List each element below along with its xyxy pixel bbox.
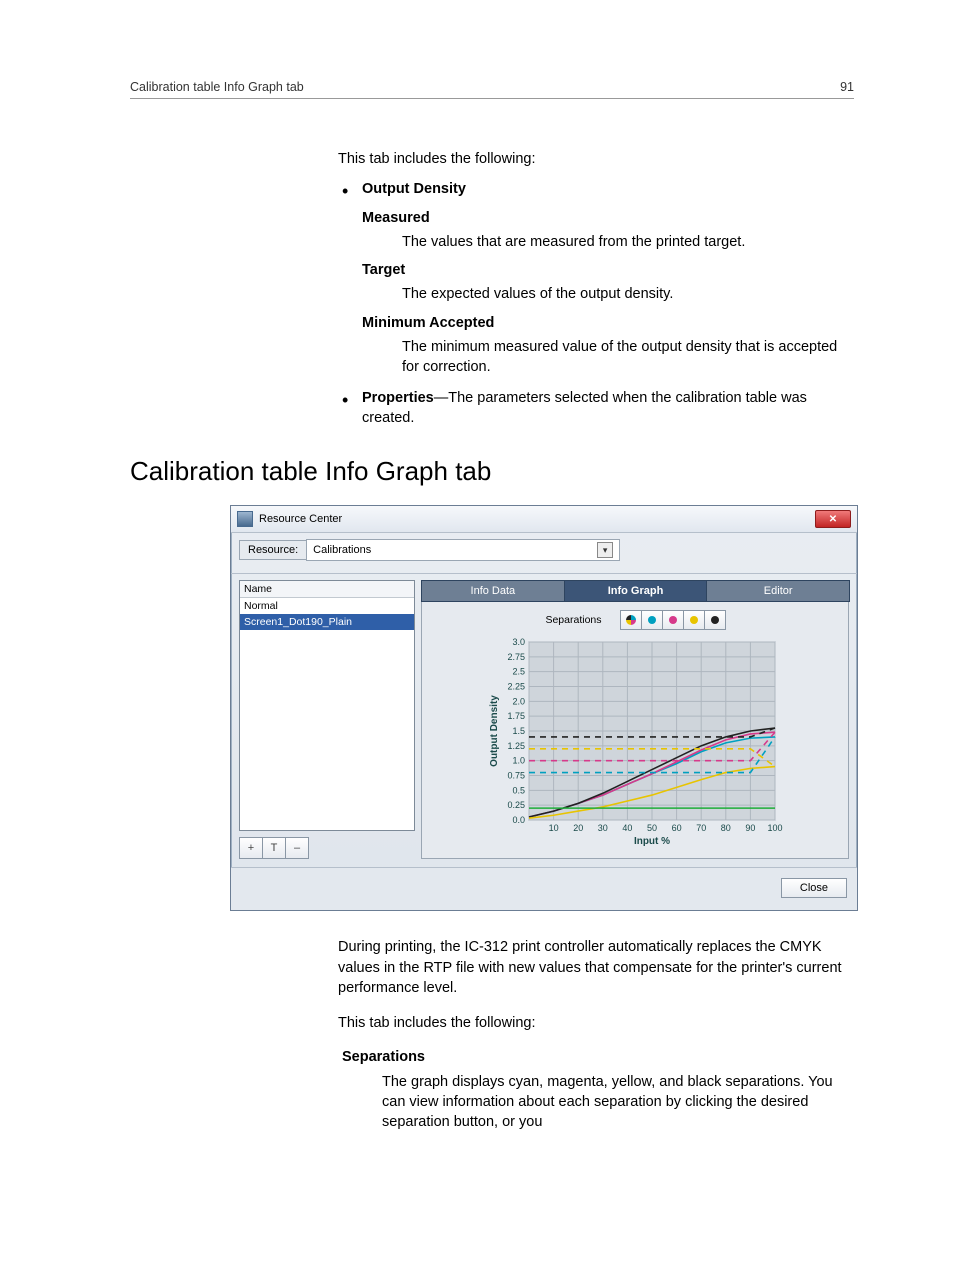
header-left: Calibration table Info Graph tab (130, 80, 304, 94)
svg-text:0.25: 0.25 (507, 800, 525, 810)
close-button[interactable]: Close (781, 878, 847, 898)
cyan-dot-icon (648, 616, 656, 624)
dialog-titlebar: Resource Center ✕ (231, 506, 857, 533)
svg-text:0.5: 0.5 (512, 786, 525, 796)
remove-button[interactable]: – (285, 837, 309, 859)
svg-text:1.75: 1.75 (507, 711, 525, 721)
separation-magenta-button[interactable] (662, 610, 684, 630)
svg-text:60: 60 (672, 823, 682, 833)
chevron-down-icon: ▾ (597, 542, 613, 558)
min-accepted-text: The minimum measured value of the output… (402, 337, 854, 378)
svg-text:80: 80 (721, 823, 731, 833)
output-density-label: Output Density (362, 181, 466, 197)
min-accepted-label: Minimum Accepted (362, 313, 854, 333)
separation-cyan-button[interactable] (641, 610, 663, 630)
resource-select-value: Calibrations (313, 544, 371, 556)
list-toolbar: + T – (239, 837, 415, 859)
svg-text:0.0: 0.0 (512, 815, 525, 825)
svg-text:90: 90 (745, 823, 755, 833)
svg-text:30: 30 (598, 823, 608, 833)
plus-icon: + (248, 842, 254, 854)
minus-icon: – (294, 842, 300, 854)
chart-panel: Separations 10 20 30 40 50 60 70 80 90 100 0.0 0.25… (421, 602, 849, 859)
measured-text: The values that are measured from the pr… (402, 232, 854, 252)
svg-text:Input %: Input % (634, 836, 670, 847)
svg-text:3.0: 3.0 (512, 638, 525, 647)
page-header: Calibration table Info Graph tab 91 (130, 80, 854, 99)
tab-editor[interactable]: Editor (706, 580, 850, 602)
separation-buttons (620, 610, 725, 630)
separation-yellow-button[interactable] (683, 610, 705, 630)
separations-heading: Separations (342, 1047, 854, 1067)
target-label: Target (362, 260, 854, 280)
black-dot-icon (711, 616, 719, 624)
list-item[interactable]: Screen1_Dot190_Plain (240, 614, 414, 630)
svg-text:1.5: 1.5 (512, 726, 525, 736)
tab-info-graph[interactable]: Info Graph (564, 580, 708, 602)
header-page-number: 91 (840, 80, 854, 94)
intro-text: This tab includes the following: (338, 149, 854, 169)
svg-text:20: 20 (573, 823, 583, 833)
calibration-chart: 10 20 30 40 50 60 70 80 90 100 0.0 0.25 0.5 0.75 1.0 1.… (430, 638, 840, 848)
list-header: Name (240, 581, 414, 598)
add-button[interactable]: + (239, 837, 263, 859)
svg-text:40: 40 (622, 823, 632, 833)
svg-text:2.25: 2.25 (507, 682, 525, 692)
separation-all-button[interactable] (620, 610, 642, 630)
properties-label: Properties (362, 390, 434, 406)
svg-text:0.75: 0.75 (507, 771, 525, 781)
svg-text:Output Density: Output Density (489, 695, 500, 767)
after-paragraph-2: This tab includes the following: (338, 1013, 854, 1033)
resource-select[interactable]: Calibrations ▾ (306, 539, 620, 561)
svg-text:1.0: 1.0 (512, 756, 525, 766)
magenta-dot-icon (669, 616, 677, 624)
calibrations-list[interactable]: Name Normal Screen1_Dot190_Plain (239, 580, 415, 831)
separation-black-button[interactable] (704, 610, 726, 630)
tab-info-data[interactable]: Info Data (421, 580, 565, 602)
separations-label: Separations (545, 614, 601, 626)
svg-text:10: 10 (549, 823, 559, 833)
rename-button[interactable]: T (262, 837, 286, 859)
svg-text:50: 50 (647, 823, 657, 833)
yellow-dot-icon (690, 616, 698, 624)
app-icon (237, 511, 253, 527)
dialog-title: Resource Center (259, 513, 342, 525)
separations-body: The graph displays cyan, magenta, yellow… (382, 1072, 854, 1133)
all-colors-icon (626, 615, 636, 625)
svg-text:2.5: 2.5 (512, 667, 525, 677)
tab-bar: Info Data Info Graph Editor (421, 580, 849, 602)
list-item[interactable]: Normal (240, 598, 414, 614)
resource-label: Resource: (239, 540, 306, 560)
text-icon: T (271, 842, 278, 854)
resource-center-dialog: Resource Center ✕ Resource: Calibrations… (230, 505, 858, 911)
bullet-list: Output Density Measured The values that … (338, 179, 854, 428)
svg-text:1.25: 1.25 (507, 741, 525, 751)
svg-text:100: 100 (767, 823, 782, 833)
target-text: The expected values of the output densit… (402, 284, 854, 304)
measured-label: Measured (362, 208, 854, 228)
svg-text:2.0: 2.0 (512, 697, 525, 707)
after-paragraph-1: During printing, the IC-312 print contro… (338, 937, 854, 998)
svg-text:2.75: 2.75 (507, 652, 525, 662)
section-heading: Calibration table Info Graph tab (130, 456, 854, 487)
chart-svg: 10 20 30 40 50 60 70 80 90 100 0.0 0.25 0.5 0.75 1.0 1.… (485, 638, 785, 848)
svg-text:70: 70 (696, 823, 706, 833)
window-close-button[interactable]: ✕ (815, 510, 851, 528)
